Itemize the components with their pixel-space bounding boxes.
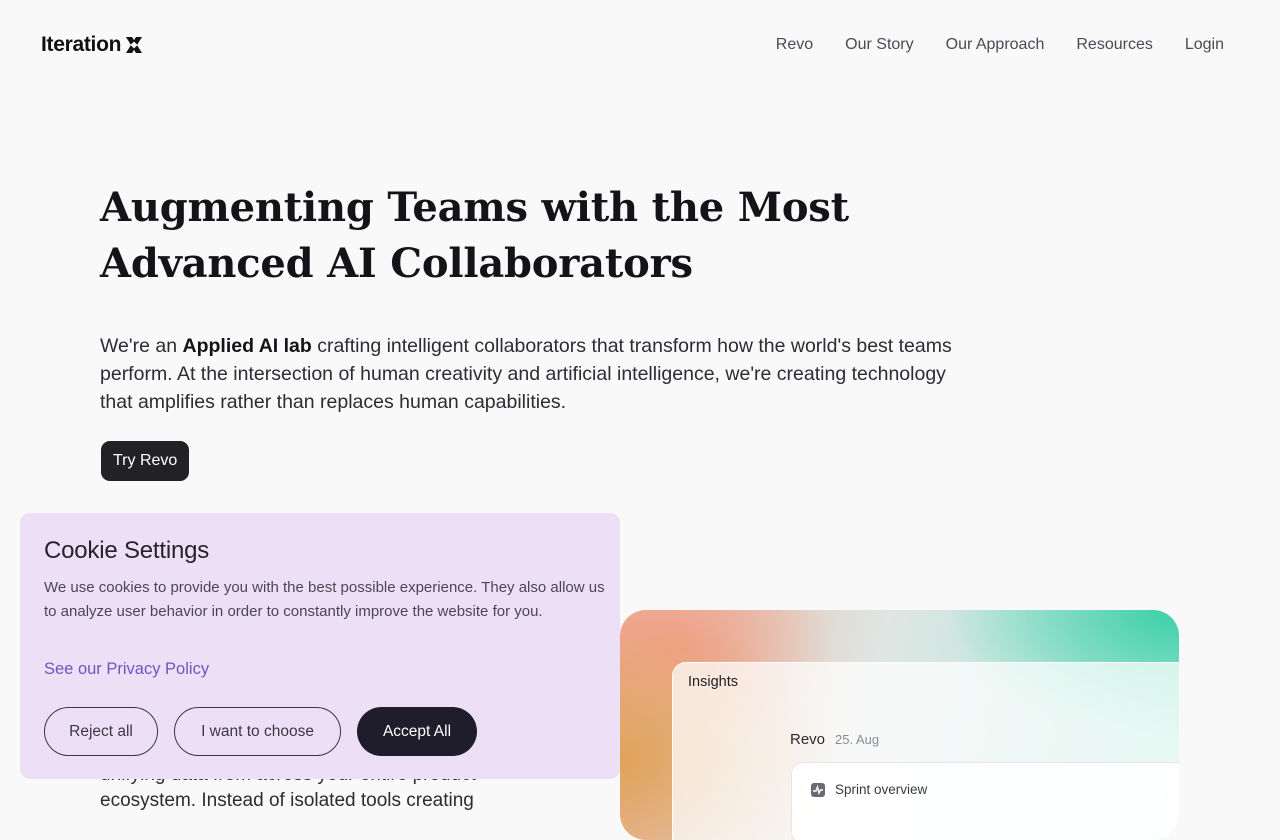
nav-item-our-approach[interactable]: Our Approach (946, 35, 1045, 55)
cookie-settings-dialog: Cookie Settings We use cookies to provid… (20, 513, 620, 779)
message-sender: Revo (790, 731, 826, 748)
insights-panel: Insights Revo 25. Aug Sprint overview (672, 662, 1179, 840)
try-revo-button[interactable]: Try Revo (101, 441, 190, 481)
privacy-policy-link[interactable]: See our Privacy Policy (44, 660, 209, 679)
main-nav: Revo Our Story Our Approach Resources Lo… (744, 35, 1224, 55)
x-mark-icon (126, 37, 143, 53)
logo[interactable]: Iteration (41, 33, 145, 57)
cookie-title: Cookie Settings (44, 537, 210, 564)
reject-all-button[interactable]: Reject all (44, 707, 158, 756)
nav-item-resources[interactable]: Resources (1076, 35, 1152, 55)
hero-description: We're an Applied AI lab crafting intelli… (100, 332, 970, 416)
insights-title: Insights (688, 674, 738, 690)
hero-desc-prefix: We're an (100, 335, 183, 357)
hero-title: Augmenting Teams with the Most Advanced … (100, 184, 849, 287)
activity-icon (811, 783, 825, 797)
product-preview: Insights Revo 25. Aug Sprint overview (620, 610, 1179, 840)
hero-desc-highlight: Applied AI lab (182, 335, 312, 357)
cookie-description: We use cookies to provide you with the b… (44, 579, 605, 620)
sprint-overview-label: Sprint overview (835, 782, 928, 797)
accept-all-button[interactable]: Accept All (357, 707, 477, 756)
nav-item-revo[interactable]: Revo (776, 35, 813, 55)
nav-item-our-story[interactable]: Our Story (845, 35, 913, 55)
message-date: 25. Aug (835, 732, 880, 747)
nav-item-login[interactable]: Login (1185, 35, 1224, 55)
logo-text: Iteration (41, 33, 122, 56)
choose-cookies-button[interactable]: I want to choose (174, 707, 341, 756)
sprint-overview-card[interactable]: Sprint overview (791, 762, 1179, 840)
